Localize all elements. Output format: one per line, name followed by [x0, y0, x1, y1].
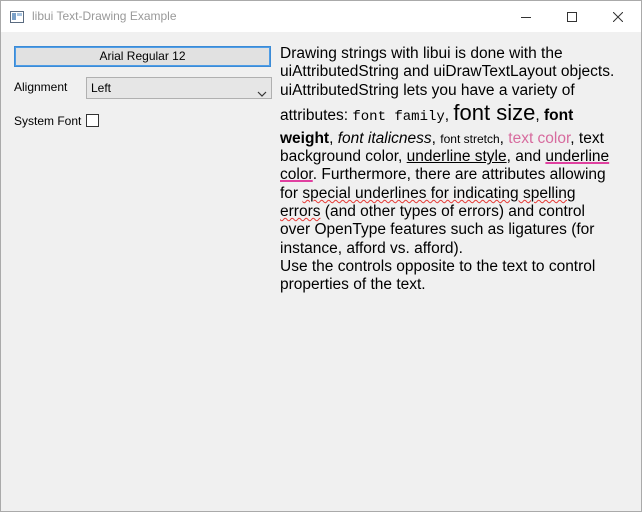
text-line: for special underlines for indicating sp… — [280, 184, 576, 202]
alignment-label: Alignment — [14, 80, 68, 94]
window-title: libui Text-Drawing Example — [32, 9, 177, 23]
font-weight-sample: font — [543, 106, 574, 124]
text-line: over OpenType features such as ligatures… — [280, 221, 595, 239]
text-line: color. Furthermore, there are attributes… — [280, 166, 606, 184]
text-color-sample: text color — [508, 129, 571, 147]
font-family-sample: font family — [352, 108, 445, 125]
font-picker-button[interactable]: Arial Regular 12 — [14, 46, 271, 67]
text-line: attributes: font family, font size, font — [280, 99, 574, 125]
attributed-text-area: Drawing strings with libui is done with … — [280, 45, 632, 295]
close-button[interactable] — [595, 1, 641, 32]
spelling-underline-sample: special underlines for indicating spelli… — [302, 184, 576, 202]
stretch-sample: font stretch — [440, 131, 500, 146]
app-icon — [10, 10, 24, 23]
minimize-icon — [521, 16, 531, 18]
title-bar[interactable]: libui Text-Drawing Example — [1, 1, 641, 32]
underline-color-sample: underline — [545, 148, 610, 166]
text-line: uiAttributedString lets you have a varie… — [280, 81, 575, 99]
maximize-button[interactable] — [549, 1, 595, 32]
close-icon — [613, 11, 623, 22]
minimize-button[interactable] — [503, 1, 549, 32]
system-font-label: System Font — [14, 114, 82, 128]
system-font-checkbox[interactable] — [86, 114, 99, 127]
text-line: properties of the text. — [280, 276, 426, 294]
app-window: libui Text-Drawing Example Arial Regular… — [0, 0, 642, 512]
maximize-icon — [567, 11, 577, 22]
underline-style-sample: underline style — [406, 148, 507, 166]
text-line: Use the controls opposite to the text to… — [280, 257, 596, 275]
font-size-sample: font size — [453, 99, 536, 125]
text-line: background color, underline style, and u… — [280, 148, 610, 166]
alignment-value: Left — [91, 81, 112, 95]
alignment-select[interactable]: Left — [86, 77, 272, 99]
text-line: weight, font italicness, font stretch, t… — [280, 129, 604, 147]
italic-sample: font italicness — [337, 129, 432, 147]
text-line: uiAttributedString and uiDrawTextLayout … — [280, 63, 615, 81]
text-line: errors (and other types of errors) and c… — [280, 203, 585, 221]
chevron-down-icon — [257, 84, 267, 102]
text-line: instance, afford vs. afford). — [280, 239, 463, 257]
text-line: Drawing strings with libui is done with … — [280, 45, 563, 62]
